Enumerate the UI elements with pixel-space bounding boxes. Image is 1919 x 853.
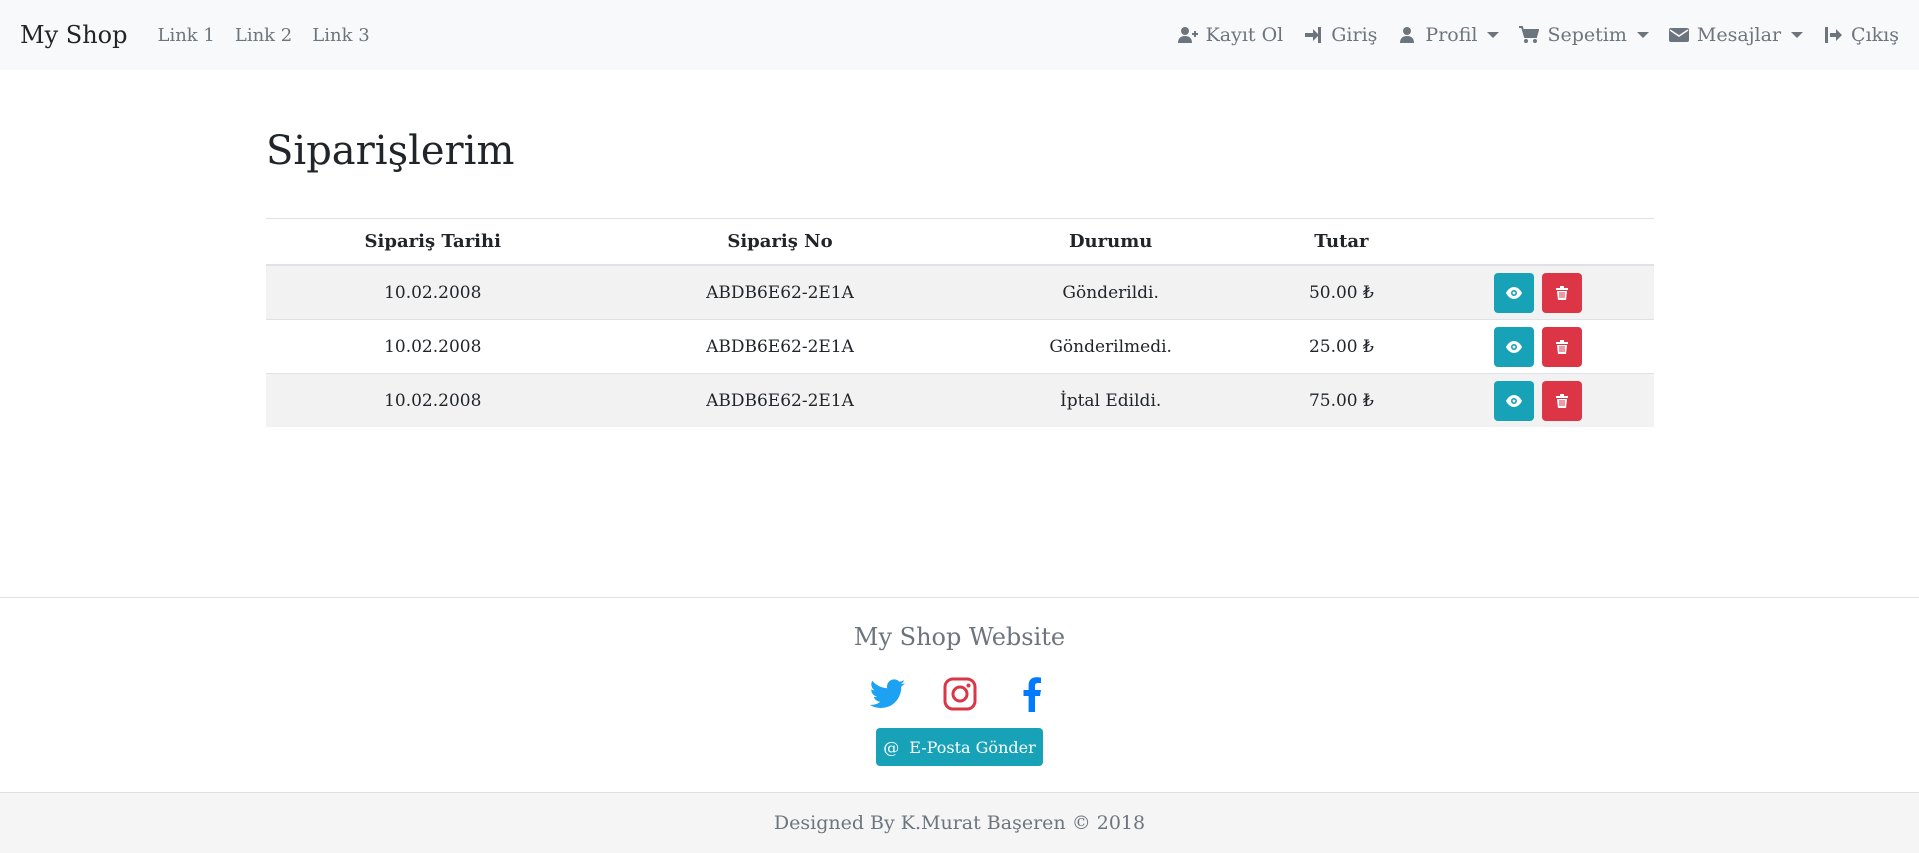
cell-date: 10.02.2008 — [266, 373, 600, 427]
col-header-order-no: Sipariş No — [599, 218, 961, 266]
nav-login[interactable]: Giriş — [1303, 24, 1377, 46]
twitter-icon[interactable] — [869, 676, 906, 712]
cell-status: Gönderilmedi. — [960, 319, 1261, 374]
cell-order-no: ABDB6E62-2E1A — [599, 264, 961, 320]
cell-actions — [1422, 373, 1654, 427]
send-email-button[interactable]: @ E-Posta Gönder — [876, 728, 1043, 766]
table-row: 10.02.2008 ABDB6E62-2E1A İptal Edildi. 7… — [266, 373, 1654, 427]
copyright: Designed By K.Murat Başeren © 2018 — [0, 792, 1919, 853]
nav-register[interactable]: Kayıt Ol — [1177, 24, 1284, 46]
nav-register-label: Kayıt Ol — [1205, 24, 1284, 46]
cell-amount: 50.00 ₺ — [1260, 264, 1422, 320]
nav-profile-dropdown[interactable]: Profil — [1397, 24, 1500, 46]
nav-cart-label: Sepetim — [1547, 24, 1627, 46]
nav-link-3[interactable]: Link 3 — [312, 25, 369, 46]
social-links — [0, 676, 1919, 712]
view-order-button[interactable] — [1494, 380, 1535, 421]
cell-order-no: ABDB6E62-2E1A — [599, 319, 961, 374]
cell-status: Gönderildi. — [960, 264, 1261, 320]
cell-status: İptal Edildi. — [960, 373, 1261, 427]
view-order-button[interactable] — [1494, 272, 1535, 313]
trash-icon — [1555, 339, 1568, 354]
nav-messages-dropdown[interactable]: Mesajlar — [1668, 24, 1804, 46]
eye-icon — [1506, 286, 1523, 299]
nav-profile-label: Profil — [1425, 24, 1478, 46]
user-plus-icon — [1177, 25, 1198, 45]
trash-icon — [1555, 285, 1568, 300]
col-header-status: Durumu — [960, 218, 1261, 266]
nav-link-2[interactable]: Link 2 — [235, 25, 292, 46]
col-header-amount: Tutar — [1260, 218, 1422, 266]
at-icon: @ — [883, 737, 900, 757]
eye-icon — [1506, 394, 1523, 407]
cell-date: 10.02.2008 — [266, 319, 600, 374]
nav-right: Kayıt Ol Giriş Profil Sepetim Mesajlar Ç… — [1177, 24, 1899, 46]
eye-icon — [1506, 340, 1523, 353]
nav-login-label: Giriş — [1331, 24, 1378, 46]
cell-actions — [1422, 319, 1654, 374]
col-header-actions — [1422, 218, 1654, 266]
delete-order-button[interactable] — [1541, 380, 1582, 421]
sign-out-icon — [1823, 25, 1843, 45]
col-header-date: Sipariş Tarihi — [266, 218, 600, 266]
instagram-icon[interactable] — [942, 676, 978, 712]
envelope-icon — [1668, 25, 1689, 45]
send-email-label: E-Posta Gönder — [909, 737, 1036, 757]
cell-actions — [1422, 264, 1654, 320]
navbar: My Shop Link 1 Link 2 Link 3 Kayıt Ol Gi… — [0, 0, 1919, 70]
table-row: 10.02.2008 ABDB6E62-2E1A Gönderildi. 50.… — [266, 264, 1654, 320]
cell-order-no: ABDB6E62-2E1A — [599, 373, 961, 427]
table-header-row: Sipariş Tarihi Sipariş No Durumu Tutar — [266, 218, 1654, 266]
footer: My Shop Website @ E-Posta Gönder Designe… — [0, 597, 1919, 853]
trash-icon — [1555, 393, 1568, 408]
nav-logout[interactable]: Çıkış — [1823, 24, 1899, 46]
caret-down-icon — [1487, 32, 1500, 38]
nav-link-1[interactable]: Link 1 — [157, 25, 214, 46]
cart-icon — [1519, 25, 1540, 45]
cell-amount: 25.00 ₺ — [1260, 319, 1422, 374]
delete-order-button[interactable] — [1541, 272, 1582, 313]
orders-table: Sipariş Tarihi Sipariş No Durumu Tutar 1… — [266, 218, 1654, 427]
footer-title: My Shop Website — [853, 623, 1066, 651]
caret-down-icon — [1636, 32, 1649, 38]
delete-order-button[interactable] — [1541, 326, 1582, 367]
view-order-button[interactable] — [1494, 326, 1535, 367]
table-row: 10.02.2008 ABDB6E62-2E1A Gönderilmedi. 2… — [266, 319, 1654, 374]
user-icon — [1397, 25, 1417, 45]
nav-messages-label: Mesajlar — [1696, 24, 1782, 46]
caret-down-icon — [1791, 32, 1804, 38]
page-title: Siparişlerim — [266, 128, 515, 174]
nav-links: Link 1 Link 2 Link 3 — [157, 25, 369, 46]
facebook-icon[interactable] — [1014, 676, 1050, 712]
cell-amount: 75.00 ₺ — [1260, 373, 1422, 427]
nav-cart-dropdown[interactable]: Sepetim — [1519, 24, 1649, 46]
cell-date: 10.02.2008 — [266, 264, 600, 320]
brand-logo[interactable]: My Shop — [20, 21, 127, 49]
sign-in-icon — [1303, 25, 1323, 45]
nav-logout-label: Çıkış — [1851, 24, 1899, 46]
